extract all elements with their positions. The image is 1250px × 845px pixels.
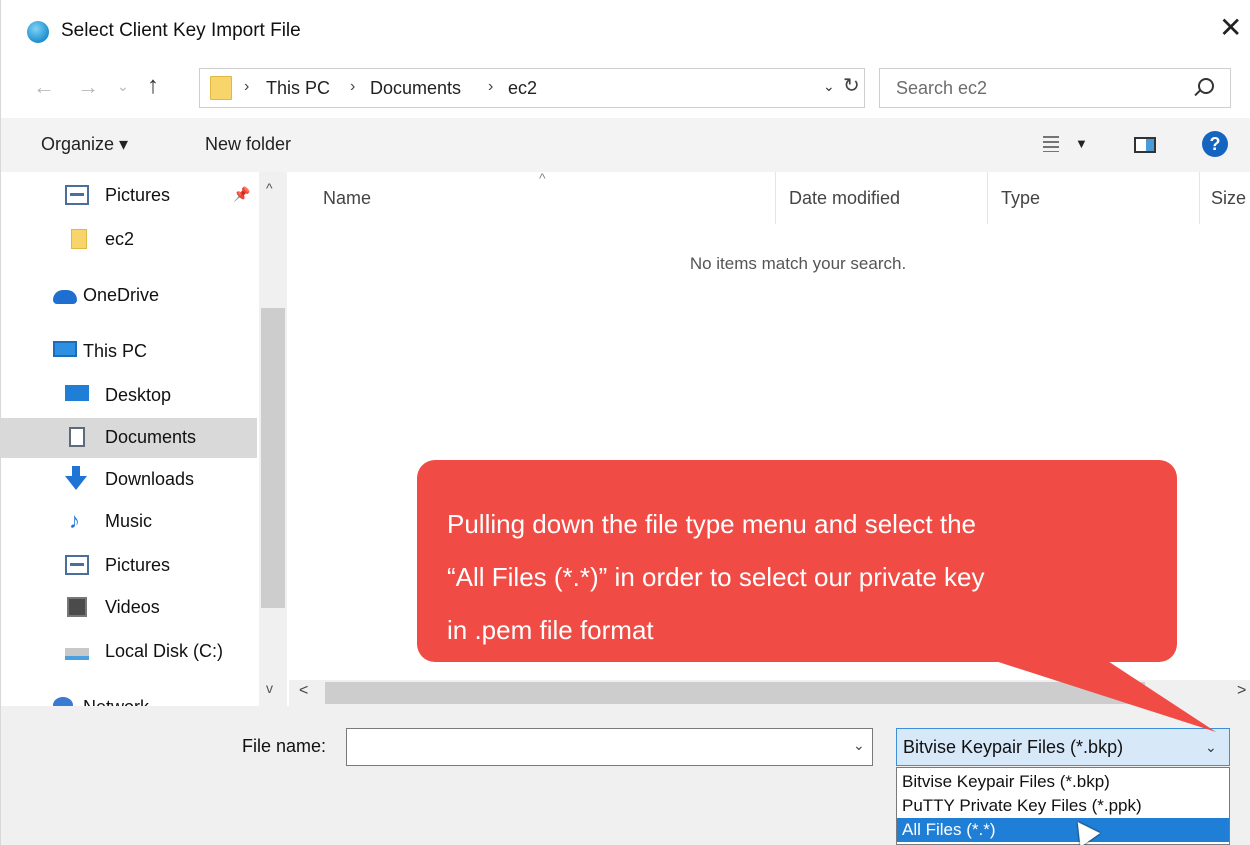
- callout-tail: [961, 650, 1216, 732]
- callout-line-3: in .pem file format: [447, 615, 654, 645]
- annotation-callout: Pulling down the file type menu and sele…: [417, 460, 1177, 662]
- callout-text: Pulling down the file type menu and sele…: [447, 498, 1147, 657]
- callout-line-1: Pulling down the file type menu and sele…: [447, 509, 977, 539]
- file-dialog-window: Select Client Key Import File ✕ ← → ⌄ ↑ …: [0, 0, 1250, 845]
- callout-pointer: [961, 650, 1216, 732]
- callout-line-2: “All Files (*.*)” in order to select our…: [447, 562, 985, 592]
